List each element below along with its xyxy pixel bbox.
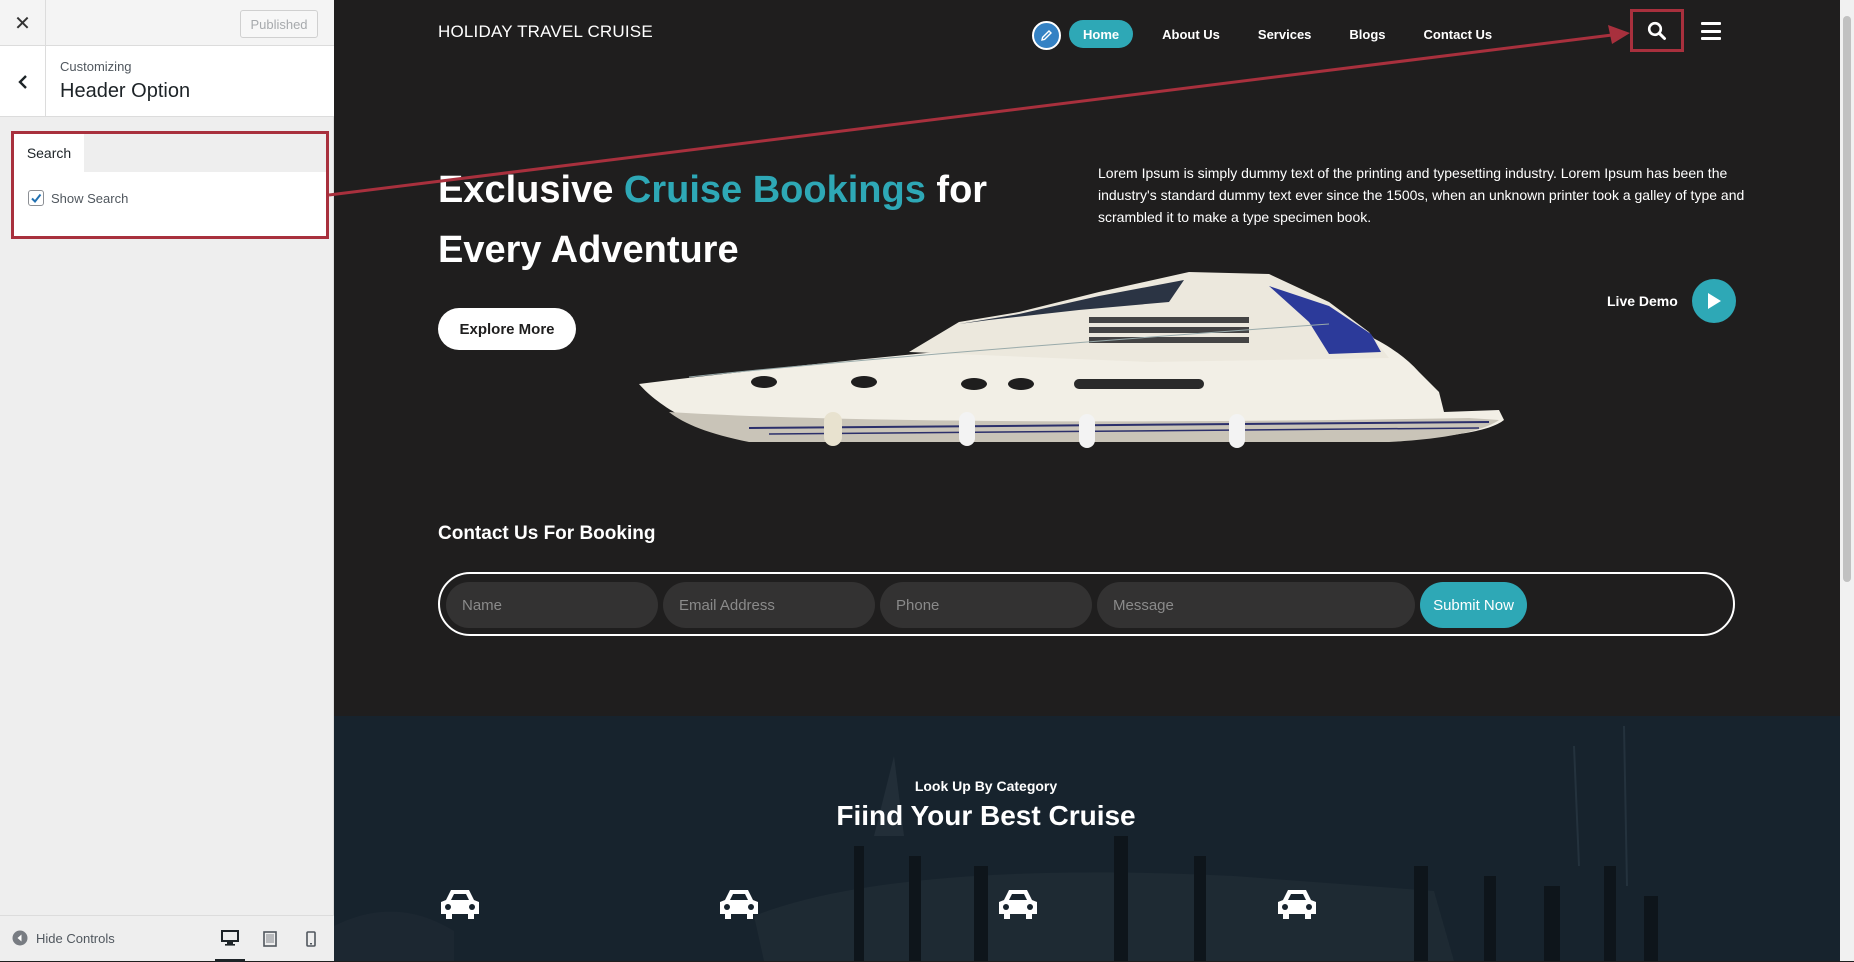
live-demo[interactable]: Live Demo — [1607, 279, 1736, 323]
customizer-footer: Hide Controls — [0, 915, 334, 962]
category-eyebrow: Look Up By Category — [914, 778, 1058, 794]
collapse-arrow-icon — [12, 930, 28, 946]
customizer-sidebar: ✕ Published Customizing Header Option Se… — [0, 0, 334, 962]
customizer-topbar: ✕ Published — [0, 0, 334, 46]
message-field[interactable]: Message — [1097, 582, 1415, 628]
category-section: Look Up By Category Fiind Your Best Crui… — [334, 716, 1854, 961]
edit-shortcut-button[interactable] — [1032, 21, 1061, 50]
booking-title: Contact Us For Booking — [438, 523, 656, 544]
nav-item-blogs[interactable]: Blogs — [1330, 20, 1404, 48]
car-icon — [441, 890, 479, 919]
search-panel: Show Search — [14, 172, 326, 236]
hamburger-menu-icon[interactable] — [1701, 22, 1721, 40]
show-search-checkbox[interactable] — [28, 190, 44, 206]
customizing-caption: Customizing — [60, 59, 132, 74]
phone-field[interactable]: Phone — [880, 582, 1092, 628]
close-customizer-button[interactable]: ✕ — [0, 0, 46, 46]
explore-more-button[interactable]: Explore More — [438, 308, 576, 350]
category-heading: Fiind Your Best Cruise — [836, 800, 1136, 831]
booking-form: Name Email Address Phone Message Submit … — [438, 572, 1735, 636]
close-icon: ✕ — [14, 12, 31, 35]
nav-item-services[interactable]: Services — [1239, 20, 1331, 48]
chevron-left-icon — [17, 74, 27, 89]
nav-item-contact-us[interactable]: Contact Us — [1405, 20, 1512, 48]
customizer-section-header: Customizing Header Option — [0, 46, 334, 117]
play-button[interactable] — [1691, 279, 1736, 323]
name-field[interactable]: Name — [446, 582, 658, 628]
pencil-icon — [1041, 30, 1052, 41]
hide-controls-button[interactable]: Hide Controls — [12, 930, 115, 946]
search-control-section: Search Show Search — [11, 131, 329, 239]
main-navigation: Home About Us Services Blogs Contact Us — [1069, 20, 1511, 48]
preview-mobile-button[interactable] — [296, 926, 326, 952]
submit-now-button[interactable]: Submit Now — [1420, 582, 1527, 628]
desktop-icon — [221, 930, 239, 946]
hide-controls-label: Hide Controls — [36, 930, 115, 946]
harbor-background-image — [334, 716, 1854, 961]
preview-tablet-button[interactable] — [255, 926, 285, 952]
mobile-icon — [306, 931, 316, 947]
preview-scrollbar[interactable] — [1840, 0, 1854, 961]
back-button[interactable] — [0, 46, 46, 117]
email-field[interactable]: Email Address — [663, 582, 875, 628]
car-icon — [1278, 890, 1316, 919]
nav-item-home[interactable]: Home — [1069, 20, 1134, 48]
live-demo-label: Live Demo — [1607, 293, 1678, 309]
site-title[interactable]: HOLIDAY TRAVEL CRUISE — [438, 22, 653, 42]
yacht-image — [639, 272, 1504, 448]
show-search-label: Show Search — [51, 190, 129, 206]
site-preview: HOLIDAY TRAVEL CRUISE Home About Us Serv… — [334, 0, 1854, 961]
hero-description: Lorem Ipsum is simply dummy text of the … — [1098, 165, 1745, 225]
header-search-button[interactable] — [1630, 9, 1684, 52]
checkmark-icon — [31, 193, 42, 204]
scrollbar-thumb[interactable] — [1843, 16, 1851, 582]
section-title: Header Option — [60, 80, 191, 102]
show-search-option[interactable]: Show Search — [28, 190, 128, 206]
tablet-icon — [263, 931, 277, 947]
car-icon — [720, 890, 758, 919]
tab-search[interactable]: Search — [14, 134, 84, 172]
play-icon — [1707, 293, 1721, 309]
nav-item-about-us[interactable]: About Us — [1143, 20, 1239, 48]
search-icon — [1647, 21, 1666, 40]
car-icon — [999, 890, 1037, 919]
published-button[interactable]: Published — [240, 10, 318, 38]
preview-desktop-button[interactable] — [215, 926, 245, 962]
